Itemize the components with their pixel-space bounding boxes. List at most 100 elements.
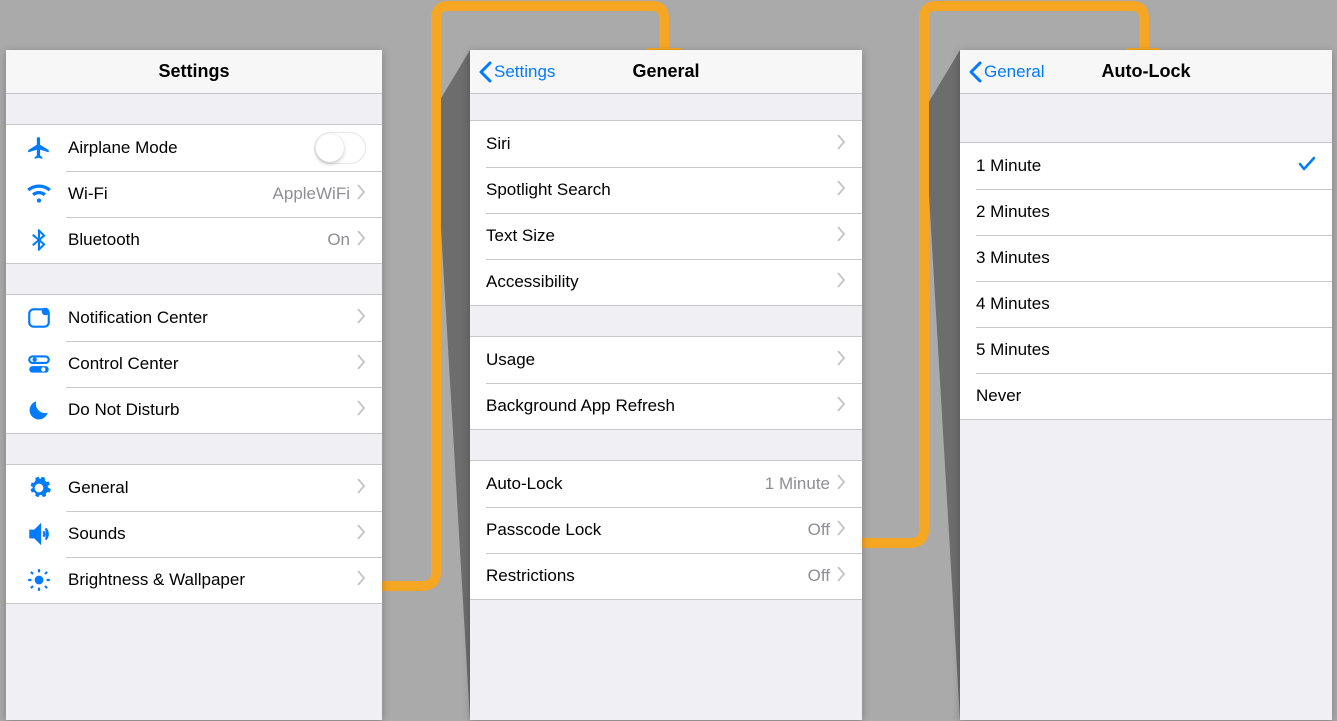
general-row-label: Accessibility: [486, 272, 836, 292]
general-row-label: Text Size: [486, 226, 836, 246]
general-title: General: [632, 61, 699, 82]
settings-row-notification-center[interactable]: Notification Center: [6, 295, 382, 341]
option-label: 4 Minutes: [976, 294, 1316, 314]
general-row-usage[interactable]: Usage: [470, 337, 862, 383]
general-row-value: Off: [808, 566, 830, 586]
settings-row-label: Wi-Fi: [68, 184, 273, 204]
chevron-right-icon: [836, 272, 846, 293]
settings-group-3: General Sounds Brightness & Wallpaper: [6, 464, 382, 604]
autolock-option-1min[interactable]: 1 Minute: [960, 143, 1332, 189]
autolock-title: Auto-Lock: [1102, 61, 1191, 82]
chevron-right-icon: [836, 396, 846, 417]
settings-row-wifi[interactable]: Wi-Fi AppleWiFi: [6, 171, 382, 217]
settings-row-sounds[interactable]: Sounds: [6, 511, 382, 557]
chevron-left-icon: [478, 61, 492, 83]
general-navbar: Settings General: [470, 50, 862, 94]
autolock-option-never[interactable]: Never: [960, 373, 1332, 419]
chevron-left-icon: [968, 61, 982, 83]
general-row-label: Restrictions: [486, 566, 808, 586]
check-icon: [1298, 155, 1316, 178]
back-to-settings[interactable]: Settings: [478, 50, 555, 94]
general-row-label: Background App Refresh: [486, 396, 836, 416]
general-row-label: Spotlight Search: [486, 180, 836, 200]
settings-row-airplane[interactable]: Airplane Mode: [6, 125, 382, 171]
back-label: General: [984, 62, 1044, 82]
brightness-icon: [22, 566, 56, 594]
settings-group-1: Airplane Mode Wi-Fi AppleWiFi Bluetooth …: [6, 124, 382, 264]
notification-center-icon: [22, 304, 56, 332]
settings-row-value: AppleWiFi: [273, 184, 350, 204]
general-row-passcode[interactable]: Passcode Lock Off: [470, 507, 862, 553]
general-row-restrictions[interactable]: Restrictions Off: [470, 553, 862, 599]
general-group-2: Usage Background App Refresh: [470, 336, 862, 430]
general-group-1: Siri Spotlight Search Text Size Accessib…: [470, 120, 862, 306]
airplane-icon: [22, 134, 56, 162]
chevron-right-icon: [836, 134, 846, 155]
settings-row-general[interactable]: General: [6, 465, 382, 511]
settings-navbar: Settings: [6, 50, 382, 94]
general-row-accessibility[interactable]: Accessibility: [470, 259, 862, 305]
settings-row-label: Bluetooth: [68, 230, 327, 250]
chevron-right-icon: [356, 354, 366, 375]
chevron-right-icon: [836, 226, 846, 247]
autolock-panel: General Auto-Lock 1 Minute 2 Minutes 3 M…: [960, 50, 1332, 720]
general-row-value: Off: [808, 520, 830, 540]
background-top-bar: [0, 0, 1337, 50]
background-gutter-1: [382, 0, 470, 721]
settings-row-control-center[interactable]: Control Center: [6, 341, 382, 387]
general-row-label: Siri: [486, 134, 836, 154]
back-to-general[interactable]: General: [968, 50, 1044, 94]
autolock-navbar: General Auto-Lock: [960, 50, 1332, 94]
autolock-option-5min[interactable]: 5 Minutes: [960, 327, 1332, 373]
option-label: 2 Minutes: [976, 202, 1316, 222]
wifi-icon: [22, 180, 56, 208]
settings-row-dnd[interactable]: Do Not Disturb: [6, 387, 382, 433]
chevron-right-icon: [356, 478, 366, 499]
option-label: 3 Minutes: [976, 248, 1316, 268]
settings-row-label: Do Not Disturb: [68, 400, 356, 420]
chevron-right-icon: [836, 180, 846, 201]
settings-row-label: Sounds: [68, 524, 356, 544]
back-label: Settings: [494, 62, 555, 82]
chevron-right-icon: [356, 184, 366, 205]
moon-icon: [22, 396, 56, 424]
general-row-siri[interactable]: Siri: [470, 121, 862, 167]
settings-row-label: Control Center: [68, 354, 356, 374]
settings-row-brightness[interactable]: Brightness & Wallpaper: [6, 557, 382, 603]
settings-title: Settings: [158, 61, 229, 82]
chevron-right-icon: [356, 524, 366, 545]
option-label: 1 Minute: [976, 156, 1298, 176]
background-gutter-2: [862, 0, 960, 721]
general-row-spotlight[interactable]: Spotlight Search: [470, 167, 862, 213]
settings-row-bluetooth[interactable]: Bluetooth On: [6, 217, 382, 263]
general-row-value: 1 Minute: [765, 474, 830, 494]
general-row-label: Auto-Lock: [486, 474, 765, 494]
chevron-right-icon: [836, 474, 846, 495]
option-label: 5 Minutes: [976, 340, 1316, 360]
settings-row-label: Airplane Mode: [68, 138, 314, 158]
autolock-option-4min[interactable]: 4 Minutes: [960, 281, 1332, 327]
general-row-autolock[interactable]: Auto-Lock 1 Minute: [470, 461, 862, 507]
option-label: Never: [976, 386, 1316, 406]
settings-row-label: Notification Center: [68, 308, 356, 328]
chevron-right-icon: [836, 566, 846, 587]
autolock-option-2min[interactable]: 2 Minutes: [960, 189, 1332, 235]
airplane-toggle[interactable]: [314, 132, 366, 164]
general-row-textsize[interactable]: Text Size: [470, 213, 862, 259]
control-center-icon: [22, 350, 56, 378]
chevron-right-icon: [356, 230, 366, 251]
gear-icon: [22, 474, 56, 502]
autolock-option-3min[interactable]: 3 Minutes: [960, 235, 1332, 281]
settings-panel: Settings Airplane Mode Wi-Fi AppleWiFi B…: [6, 50, 382, 720]
settings-row-label: General: [68, 478, 356, 498]
bluetooth-icon: [22, 226, 56, 254]
chevron-right-icon: [356, 570, 366, 591]
settings-row-label: Brightness & Wallpaper: [68, 570, 356, 590]
general-row-background-refresh[interactable]: Background App Refresh: [470, 383, 862, 429]
sound-icon: [22, 520, 56, 548]
general-panel: Settings General Siri Spotlight Search T…: [470, 50, 862, 720]
chevron-right-icon: [836, 520, 846, 541]
autolock-options: 1 Minute 2 Minutes 3 Minutes 4 Minutes 5…: [960, 142, 1332, 420]
chevron-right-icon: [836, 350, 846, 371]
chevron-right-icon: [356, 400, 366, 421]
